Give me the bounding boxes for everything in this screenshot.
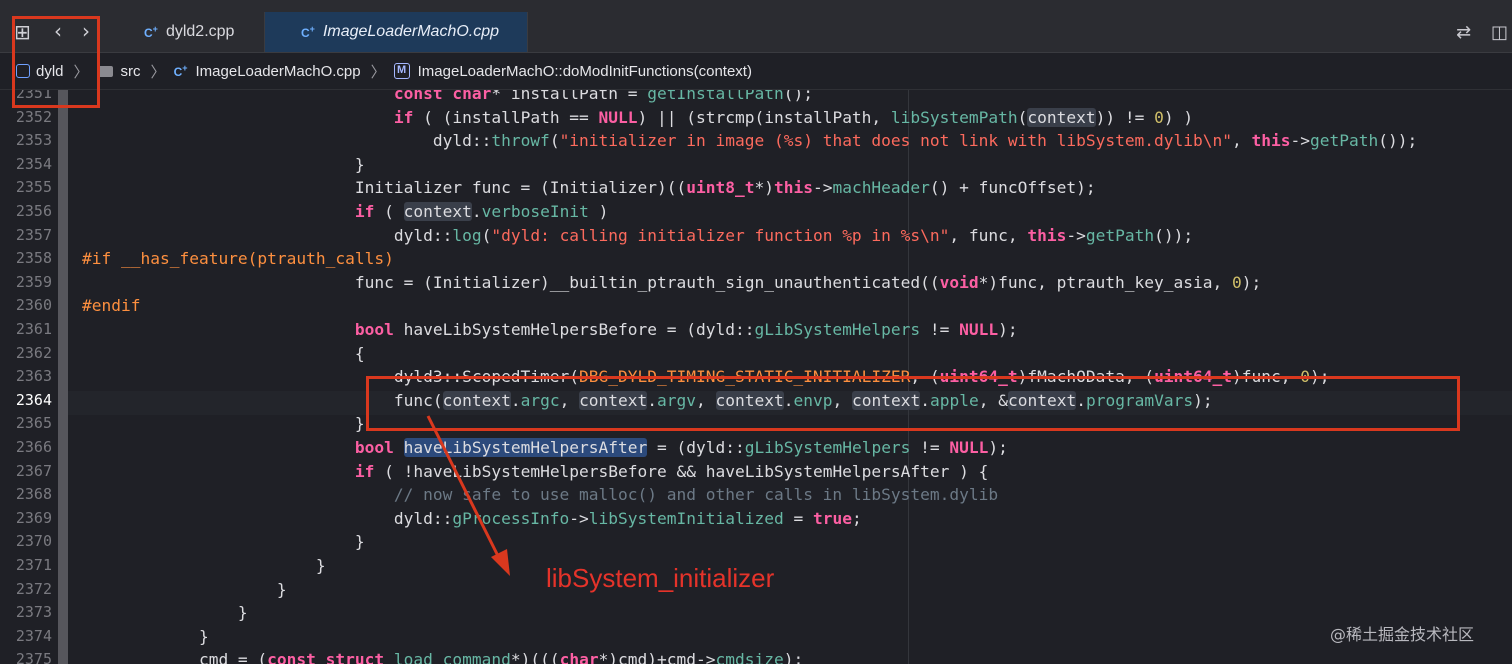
watermark: @稀土掘金技术社区 — [1330, 625, 1475, 644]
annotation-label: libSystem_initializer — [546, 563, 775, 593]
